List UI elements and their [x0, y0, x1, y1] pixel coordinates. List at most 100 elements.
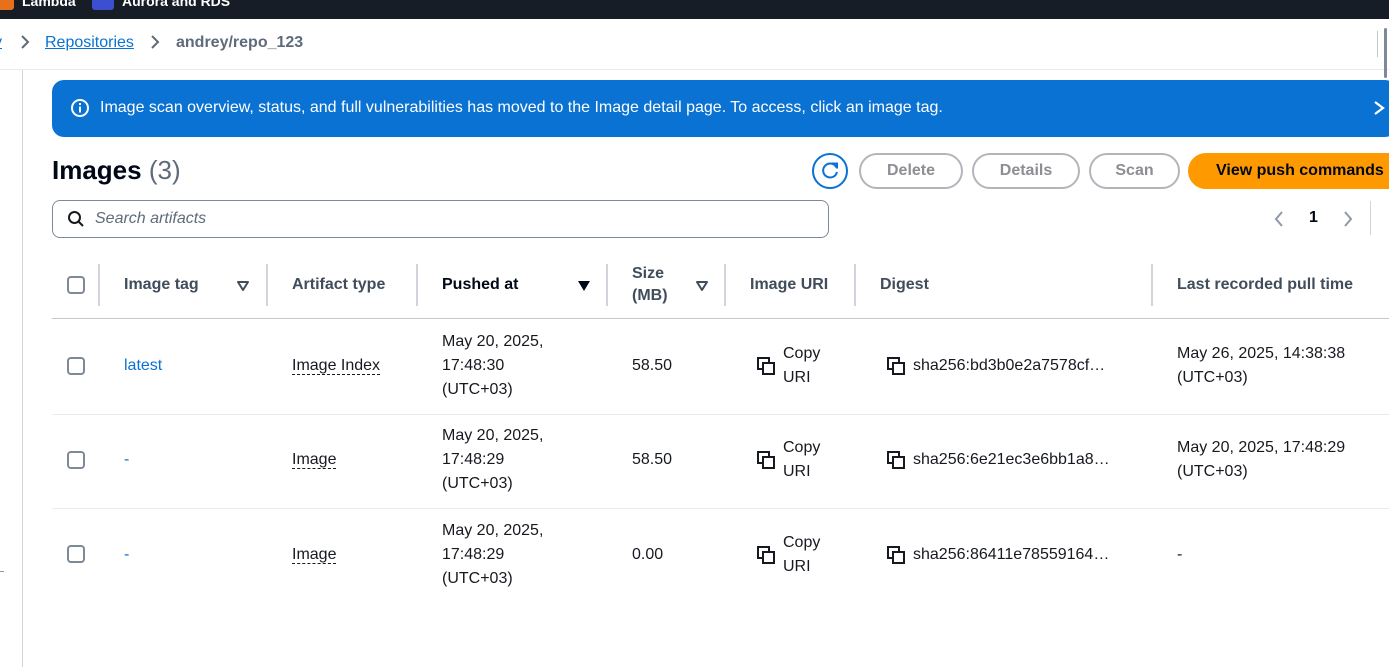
search-icon [68, 211, 84, 227]
pushed-timezone: (UTC+03) [442, 381, 513, 398]
artifact-type[interactable]: Image Index [292, 357, 381, 375]
copy-label-line2: URI [783, 463, 811, 480]
divider [1370, 201, 1371, 235]
column-divider [98, 264, 100, 306]
digest-value: sha256:6e21ec3e6bb1a8… [913, 451, 1110, 468]
refresh-icon [822, 162, 838, 179]
scrollbar[interactable] [1384, 28, 1387, 78]
sort-descending-icon[interactable] [577, 280, 591, 292]
column-header-image-uri[interactable]: Image URI [750, 274, 828, 296]
pushed-timezone: (UTC+03) [442, 475, 513, 492]
column-header-pushed-at[interactable]: Pushed at [442, 274, 518, 296]
image-tag-link[interactable]: latest [124, 354, 162, 378]
favorites-bar: Lambda Aurora and RDS [0, 0, 1389, 19]
column-header-artifact-type[interactable]: Artifact type [292, 274, 385, 296]
size-value: 58.50 [632, 451, 673, 468]
row-checkbox[interactable] [67, 357, 85, 375]
last-pull-time: May 20, 2025, 17:48:29 (UTC+03) [1177, 436, 1345, 484]
select-all-checkbox[interactable] [67, 276, 85, 294]
favorite-label: Aurora and RDS [122, 0, 231, 9]
digest-value: sha256:86411e78559164… [913, 546, 1110, 563]
column-divider[interactable] [1151, 264, 1153, 306]
column-divider[interactable] [606, 264, 608, 306]
search-input[interactable] [95, 201, 815, 237]
artifact-type[interactable]: Image [292, 546, 337, 564]
column-divider[interactable] [854, 264, 856, 306]
pushed-time: 17:48:29 [442, 451, 505, 468]
divider [1377, 31, 1378, 57]
divider [52, 318, 1389, 319]
pushed-date: May 20, 2025, [442, 427, 544, 444]
pushed-at: May 20, 2025, 17:48:29 (UTC+03) [442, 424, 543, 496]
close-icon[interactable] [1372, 99, 1386, 117]
size-value: 58.50 [632, 357, 673, 374]
favorite-label: Lambda [22, 0, 76, 9]
last-pull-line1: May 20, 2025, 17:48:29 [1177, 439, 1346, 456]
copy-digest-icon[interactable] [886, 450, 906, 470]
sort-icon[interactable] [695, 280, 709, 292]
last-pull-time: May 26, 2025, 14:38:38 (UTC+03) [1177, 342, 1345, 390]
column-header-digest[interactable]: Digest [880, 274, 929, 296]
previous-page-icon[interactable] [1272, 209, 1286, 229]
pushed-at: May 20, 2025, 17:48:29 (UTC+03) [442, 519, 543, 591]
last-pull-line1: - [1177, 546, 1183, 563]
info-icon [71, 99, 89, 117]
pushed-date: May 20, 2025, [442, 522, 544, 539]
copy-label-line2: URI [783, 558, 811, 575]
size-header-line1: Size [632, 265, 665, 282]
image-tag-link[interactable]: - [124, 448, 129, 472]
lambda-icon [0, 0, 14, 10]
details-button[interactable]: Details [972, 153, 1080, 189]
copy-digest-icon[interactable] [886, 545, 906, 565]
scan-button[interactable]: Scan [1089, 153, 1180, 189]
copy-label-line1: Copy [783, 345, 821, 362]
last-pull-time: - [1177, 543, 1182, 567]
last-pull-line2: (UTC+03) [1177, 369, 1248, 386]
info-flash-banner: Image scan overview, status, and full vu… [52, 80, 1389, 137]
image-tag-link[interactable]: - [124, 543, 129, 567]
copy-uri-label: Copy URI [783, 436, 820, 484]
last-pull-line2: (UTC+03) [1177, 463, 1248, 480]
images-heading: Images [52, 155, 142, 185]
row-checkbox[interactable] [67, 545, 85, 563]
favorite-aurora-rds[interactable]: Aurora and RDS [92, 0, 230, 10]
column-header-image-tag[interactable]: Image tag [124, 274, 199, 296]
column-divider[interactable] [266, 264, 268, 306]
pushed-time: 17:48:29 [442, 546, 505, 563]
page-number[interactable]: 1 [1309, 209, 1318, 227]
refresh-button[interactable] [812, 153, 848, 189]
size-value: 0.00 [632, 546, 664, 563]
chevron-right-icon [21, 35, 30, 49]
breadcrumb-current: andrey/repo_123 [176, 34, 304, 51]
pushed-date: May 20, 2025, [442, 333, 544, 350]
breadcrumb-previous-link[interactable]: y [0, 34, 2, 52]
favorite-lambda[interactable]: Lambda [0, 0, 76, 10]
divider [0, 571, 4, 572]
copy-label-line2: URI [783, 369, 811, 386]
size-header-line2: (MB) [632, 287, 668, 304]
chevron-right-icon [151, 35, 160, 49]
copy-digest-icon[interactable] [886, 356, 906, 376]
copy-label-line1: Copy [783, 534, 821, 551]
row-divider [52, 414, 1389, 415]
column-header-last-pull[interactable]: Last recorded pull time [1177, 274, 1353, 296]
side-navigation-edge [22, 70, 23, 667]
search-field[interactable] [52, 200, 829, 238]
column-divider[interactable] [416, 264, 418, 306]
pushed-time: 17:48:30 [442, 357, 505, 374]
artifact-type[interactable]: Image [292, 451, 337, 469]
column-divider[interactable] [724, 264, 726, 306]
row-checkbox[interactable] [67, 451, 85, 469]
column-header-size[interactable]: Size (MB) [632, 263, 668, 307]
images-count: (3) [148, 155, 181, 185]
next-page-icon[interactable] [1341, 209, 1355, 229]
flash-message: Image scan overview, status, and full vu… [100, 99, 943, 116]
breadcrumb-repositories-link[interactable]: Repositories [45, 34, 134, 52]
aurora-rds-icon [92, 0, 114, 10]
copy-icon [757, 357, 775, 375]
view-push-commands-button[interactable]: View push commands [1188, 153, 1389, 189]
delete-button[interactable]: Delete [859, 153, 963, 189]
breadcrumb: y Repositories andrey/repo_123 [0, 19, 1389, 70]
copy-label-line1: Copy [783, 439, 821, 456]
sort-icon[interactable] [236, 280, 250, 292]
